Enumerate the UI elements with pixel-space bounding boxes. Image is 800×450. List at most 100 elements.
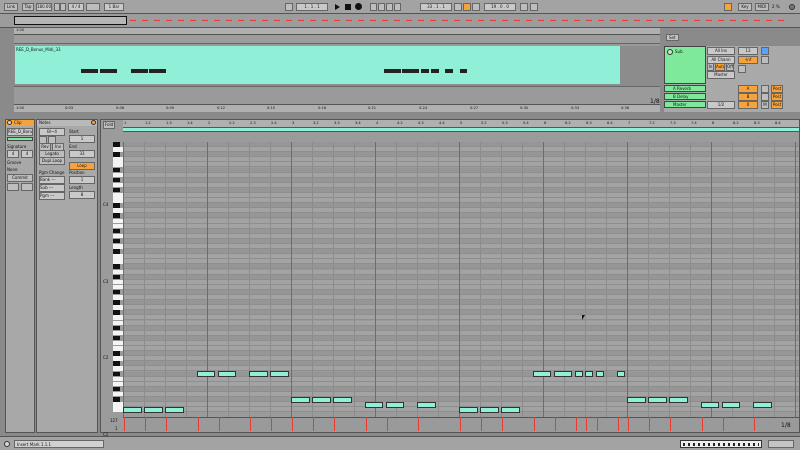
monitor-in-button[interactable]: In: [707, 63, 714, 71]
piano-white-key[interactable]: [113, 305, 123, 310]
overview-viewport[interactable]: [14, 16, 127, 25]
pan-knob[interactable]: [738, 65, 746, 73]
set-button[interactable]: Set: [666, 34, 679, 41]
velocity-marker[interactable]: [124, 417, 125, 431]
piano-black-key[interactable]: [113, 397, 120, 402]
piano-black-key[interactable]: [113, 249, 120, 254]
piano-white-key[interactable]: [113, 402, 123, 407]
midi-note[interactable]: [312, 396, 331, 403]
midi-note[interactable]: [291, 396, 310, 403]
midi-note[interactable]: [753, 401, 772, 408]
piano-white-key[interactable]: [113, 391, 123, 397]
groove-select[interactable]: None: [7, 167, 17, 172]
output-select[interactable]: Master: [707, 71, 735, 79]
loop-brace[interactable]: [123, 128, 799, 132]
clip-nudge-right[interactable]: [21, 183, 33, 191]
velocity-marker[interactable]: [617, 417, 619, 431]
end-field[interactable]: 33: [69, 150, 95, 158]
play-button[interactable]: [335, 4, 340, 10]
velocity-marker[interactable]: [460, 417, 461, 431]
program-field[interactable]: Pgm ---: [39, 192, 65, 200]
velocity-marker[interactable]: [218, 417, 220, 431]
piano-black-key[interactable]: [113, 177, 120, 183]
back-to-arrangement-button[interactable]: [386, 3, 393, 11]
velocity-marker[interactable]: [481, 417, 482, 431]
midi-note[interactable]: [574, 371, 583, 377]
commit-button[interactable]: Commit: [7, 174, 33, 182]
velocity-marker[interactable]: [334, 417, 335, 431]
piano-white-key[interactable]: [113, 254, 123, 259]
piano-white-key[interactable]: [113, 162, 123, 167]
piano-white-key[interactable]: [113, 269, 123, 275]
velocity-marker[interactable]: [271, 417, 272, 431]
piano-white-key[interactable]: [113, 407, 123, 412]
midi-note[interactable]: [459, 406, 478, 413]
piano-white-key[interactable]: [113, 356, 123, 361]
automation-arm-button[interactable]: [378, 3, 385, 11]
velocity-marker[interactable]: [166, 417, 167, 431]
velocity-marker[interactable]: [596, 417, 598, 431]
piano-black-key[interactable]: [113, 300, 120, 305]
velocity-marker[interactable]: [649, 417, 650, 431]
arm-button[interactable]: [761, 56, 769, 64]
piano-black-key[interactable]: [113, 264, 120, 269]
return-a-post-button[interactable]: Post: [771, 85, 783, 93]
time-ruler[interactable]: 1:00 0:03 0:06 0:09 0:12 0:15 0:18 0:21 …: [14, 104, 660, 112]
piano-white-key[interactable]: [113, 233, 123, 239]
record-button[interactable]: [355, 3, 362, 10]
velocity-marker[interactable]: [197, 417, 199, 431]
arrangement-ruler[interactable]: 1:00: [14, 28, 660, 35]
velocity-marker[interactable]: [533, 417, 535, 431]
computer-keyboard-button[interactable]: [530, 3, 538, 11]
midi-note[interactable]: [648, 396, 667, 403]
piano-white-key[interactable]: [113, 346, 123, 351]
key-map-button[interactable]: Key: [738, 3, 752, 11]
piano-white-key[interactable]: [113, 147, 123, 152]
piano-black-key[interactable]: [113, 213, 120, 218]
return-b-letter[interactable]: B: [738, 93, 758, 101]
piano-white-key[interactable]: [113, 366, 123, 371]
piano-black-key[interactable]: [113, 238, 120, 244]
midi-note[interactable]: [270, 371, 289, 377]
piano-black-key[interactable]: [113, 325, 120, 331]
return-a-letter[interactable]: A: [738, 85, 758, 93]
midi-note[interactable]: [364, 401, 384, 408]
velocity-marker[interactable]: [313, 417, 314, 431]
return-track-lanes[interactable]: [14, 86, 660, 104]
piano-white-key[interactable]: [113, 284, 123, 290]
piano-white-key[interactable]: [113, 320, 123, 326]
midi-note[interactable]: [144, 406, 163, 413]
time-signature-field[interactable]: 4 / 4: [68, 3, 84, 11]
master-cue-select[interactable]: 1/2: [707, 101, 735, 109]
piano-black-key[interactable]: [113, 335, 120, 341]
loop-switch-button[interactable]: [463, 3, 471, 11]
midi-note[interactable]: [595, 371, 604, 377]
piano-black-key[interactable]: [113, 228, 120, 234]
velocity-marker[interactable]: [418, 417, 419, 431]
arrangement-position-field[interactable]: 1 . 1 . 1: [296, 3, 328, 11]
loop-button[interactable]: Loop: [69, 162, 95, 170]
monitor-off-button[interactable]: Off: [726, 63, 734, 71]
piano-white-key[interactable]: [113, 172, 123, 178]
follow-button[interactable]: [285, 3, 293, 11]
midi-note[interactable]: [721, 401, 741, 408]
piano-roll-editor[interactable]: Fold 1 1.2 1.3 1.4 2 2.2 2.3 2.4 3 3.2 3.3 3.4 4 4.2 4…: [100, 119, 800, 437]
velocity-marker[interactable]: [502, 417, 503, 431]
piano-black-key[interactable]: [113, 152, 120, 157]
velocity-marker[interactable]: [670, 417, 671, 431]
return-track-b[interactable]: B Delay: [664, 93, 706, 100]
piano-white-key[interactable]: [113, 208, 123, 213]
velocity-marker[interactable]: [292, 417, 293, 431]
piano-white-key[interactable]: [113, 193, 123, 198]
arrangement-overview[interactable]: [0, 14, 800, 28]
piano-white-key[interactable]: [113, 157, 123, 162]
piano-white-key[interactable]: [113, 244, 123, 249]
midi-note[interactable]: [333, 396, 352, 403]
clip-overview[interactable]: [680, 440, 762, 448]
velocity-marker[interactable]: [554, 417, 556, 431]
info-view-toggle-icon[interactable]: [4, 441, 10, 447]
midi-note[interactable]: [501, 406, 520, 413]
piano-black-key[interactable]: [113, 187, 120, 193]
tempo-field[interactable]: 180.00: [36, 3, 52, 11]
scrub-area[interactable]: [14, 36, 660, 44]
